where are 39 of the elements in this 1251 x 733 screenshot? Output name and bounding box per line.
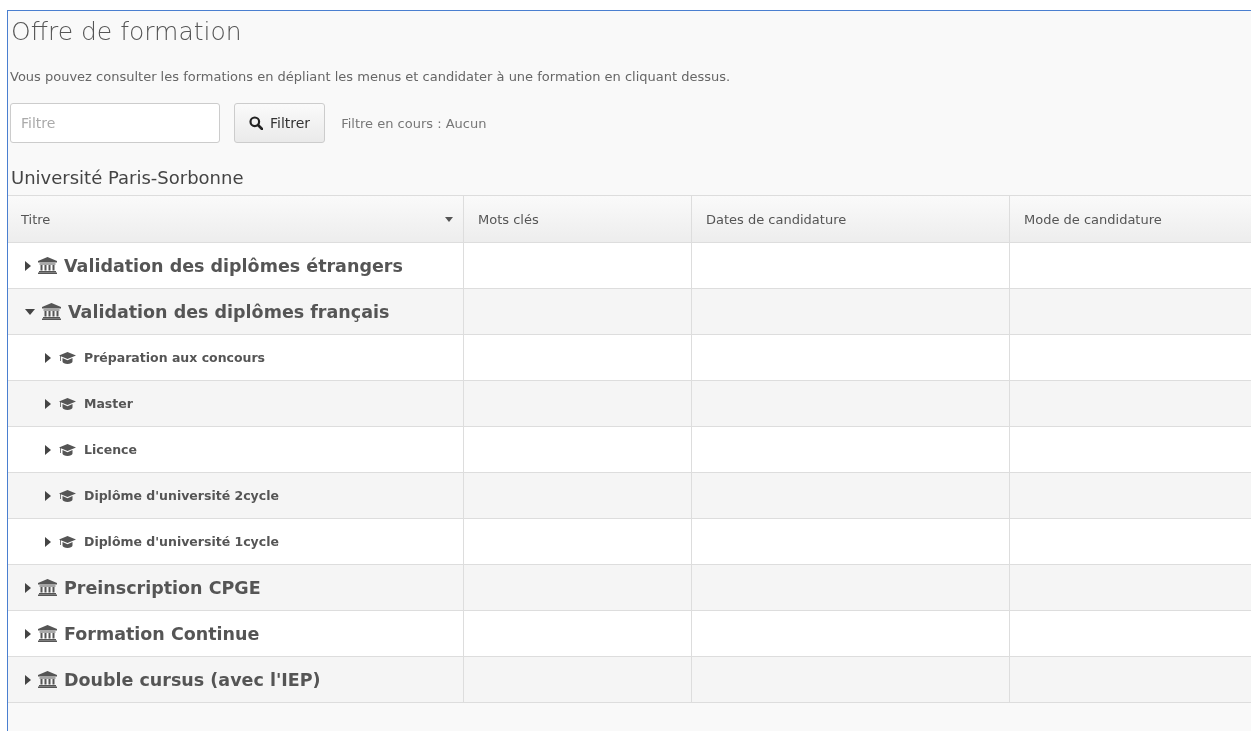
caret-right-icon[interactable]: [45, 536, 51, 547]
tree-row[interactable]: Preinscription CPGE: [8, 565, 261, 610]
caret-right-icon[interactable]: [45, 352, 51, 363]
tree-row[interactable]: Diplôme d'université 1cycle: [8, 519, 279, 564]
page-title: Offre de formation: [10, 16, 243, 48]
search-icon: [249, 116, 263, 130]
caret-right-icon[interactable]: [45, 490, 51, 501]
university-heading: Université Paris-Sorbonne: [11, 167, 245, 190]
tree-row[interactable]: Validation des diplômes étrangers: [8, 243, 403, 288]
filter-field[interactable]: Filtre: [10, 103, 220, 143]
column-header[interactable]: Titre: [8, 196, 464, 242]
graduation-cap-icon: [59, 397, 76, 410]
tree-row[interactable]: Formation Continue: [8, 611, 260, 656]
institution-icon: [38, 625, 57, 642]
institution-icon: [38, 579, 57, 596]
institution-icon: [38, 257, 57, 274]
column-header: Dates de candidature: [692, 196, 1010, 242]
column-header: Mode de candidature: [1023, 210, 1163, 229]
filter-status: Filtre en cours : Aucun: [341, 115, 487, 131]
caret-right-icon[interactable]: [45, 444, 51, 455]
filter-button[interactable]: Filtrer: [234, 103, 326, 143]
tree-row[interactable]: Licence: [8, 427, 137, 472]
sort-caret-icon[interactable]: [445, 216, 453, 222]
institution-icon: [38, 671, 57, 688]
caret-right-icon[interactable]: [25, 628, 31, 639]
column-header: Mots clés: [464, 196, 692, 242]
caret-right-icon[interactable]: [25, 582, 31, 593]
graduation-cap-icon: [59, 351, 76, 364]
graduation-cap-icon: [59, 443, 76, 456]
tree-row[interactable]: Préparation aux concours: [8, 335, 266, 380]
intro-text: Vous pouvez consulter les formations en dépliant les menus et candidater à une formation en cliquant dessus.: [10, 69, 732, 86]
caret-down-icon[interactable]: [25, 308, 35, 315]
caret-right-icon[interactable]: [25, 674, 31, 685]
tree-row[interactable]: Master: [8, 381, 133, 426]
graduation-cap-icon: [59, 489, 76, 502]
institution-icon: [42, 303, 61, 320]
caret-right-icon[interactable]: [25, 260, 31, 271]
graduation-cap-icon: [59, 535, 76, 548]
caret-right-icon[interactable]: [45, 398, 51, 409]
